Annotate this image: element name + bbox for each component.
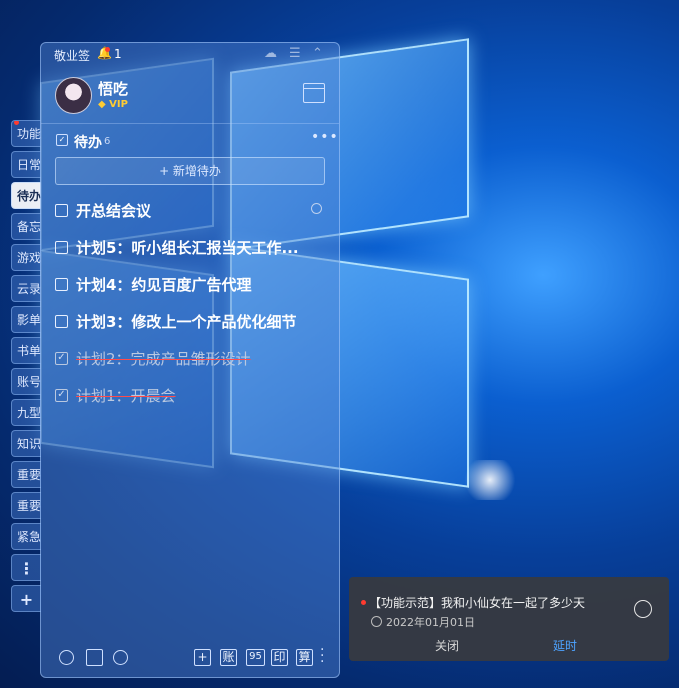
task-item-done[interactable]: ✓ 计划1：开晨会 xyxy=(55,385,330,407)
add-todo-button[interactable]: + 新增待办 xyxy=(55,157,325,185)
side-tab[interactable]: 游戏 xyxy=(11,244,41,271)
task-text: 计划3：修改上一个产品优化细节 xyxy=(76,313,297,331)
clock-icon xyxy=(371,616,382,627)
archive-box-icon[interactable] xyxy=(86,649,103,666)
side-tab[interactable]: 账号 xyxy=(11,368,41,395)
side-tab[interactable]: 日常 xyxy=(11,151,41,178)
number-95-button[interactable]: 95 xyxy=(246,649,265,666)
side-tab-label: 重要 xyxy=(17,499,41,513)
add-tab-icon: + xyxy=(19,590,34,609)
diamond-icon: ◆ xyxy=(98,99,110,110)
task-checkbox[interactable] xyxy=(55,241,68,254)
side-tab[interactable]: 云录 xyxy=(11,275,41,302)
side-tab[interactable]: 功能 xyxy=(11,120,41,147)
history-clock-icon[interactable] xyxy=(59,650,74,665)
todo-check-icon: ✓ xyxy=(56,134,68,146)
side-tab[interactable]: 书单 xyxy=(11,337,41,364)
task-checkbox-checked[interactable]: ✓ xyxy=(55,352,68,365)
add-note-button[interactable]: + xyxy=(194,649,211,666)
section-title: 待办 xyxy=(74,135,102,151)
side-tab[interactable]: 九型 xyxy=(11,399,41,426)
menu-icon[interactable]: ☰ xyxy=(289,46,301,61)
side-tab-label: 备忘 xyxy=(17,220,41,234)
unread-dot xyxy=(14,121,19,125)
task-text: 开总结会议 xyxy=(76,202,152,220)
print-button[interactable]: 印 xyxy=(271,649,288,666)
side-tab-label: 影单 xyxy=(17,313,41,327)
category-tabs: 功能 日常 待办 备忘 游戏 云录 影单 书单 账号 九型 知识 重要 重要 紧… xyxy=(11,120,41,616)
side-tab-label: 日常 xyxy=(17,158,41,172)
task-text: 计划2：完成产品雏形设计 xyxy=(76,350,251,368)
task-checkbox-checked[interactable]: ✓ xyxy=(55,389,68,402)
task-text: 计划4：约见百度广告代理 xyxy=(76,276,252,294)
collapse-icon[interactable]: ⌃ xyxy=(312,46,323,61)
app-title: 敬业签 xyxy=(54,49,91,63)
side-tab[interactable]: 重要 xyxy=(11,461,41,488)
side-tab-label: 紧急 xyxy=(17,530,41,544)
task-item[interactable]: 计划4：约见百度广告代理 xyxy=(55,274,330,296)
more-tabs-icon: ⋮ xyxy=(18,559,35,578)
side-tab-label: 九型 xyxy=(17,406,41,420)
task-text: 计划1：开晨会 xyxy=(76,387,176,405)
vip-badge: ◆ VIP xyxy=(98,99,128,110)
side-tab[interactable]: 影单 xyxy=(11,306,41,333)
side-tab-label: 账号 xyxy=(17,375,41,389)
more-tabs-button[interactable]: ⋮ xyxy=(11,554,41,581)
task-text: 计划5：听小组长汇报当天工作... xyxy=(76,239,299,257)
calendar-icon[interactable] xyxy=(303,83,325,103)
side-tab[interactable]: 紧急 xyxy=(11,523,41,550)
task-checkbox[interactable] xyxy=(55,278,68,291)
toolbar-more-icon[interactable]: · · · xyxy=(320,643,324,669)
notification-red-dot xyxy=(361,600,366,605)
complete-radio[interactable] xyxy=(634,600,652,618)
side-tab-label: 重要 xyxy=(17,468,41,482)
add-tab-button[interactable]: + xyxy=(11,585,41,612)
calculate-button[interactable]: 算 xyxy=(296,649,313,666)
task-item[interactable]: 开总结会议 xyxy=(55,200,330,222)
notification-date: 2022年01月01日 xyxy=(386,616,475,629)
bottom-toolbar: + 账 95 印 算 · · · xyxy=(41,643,339,673)
avatar[interactable] xyxy=(55,77,92,114)
delay-button[interactable]: 延时 xyxy=(553,637,577,654)
bell-icon[interactable]: 🔔 xyxy=(97,46,112,60)
user-name: 悟吃 xyxy=(98,80,129,98)
reminder-clock-icon xyxy=(311,203,322,214)
task-checkbox[interactable] xyxy=(55,315,68,328)
task-item[interactable]: 计划3：修改上一个产品优化细节 xyxy=(55,311,330,333)
cloud-sync-icon[interactable]: ☁ xyxy=(264,46,277,61)
title-bar: 敬业签 🔔 1 ☁ ☰ ⌃ xyxy=(41,43,339,67)
task-checkbox[interactable] xyxy=(55,204,68,217)
side-tab[interactable]: 备忘 xyxy=(11,213,41,240)
sticky-note-panel: 敬业签 🔔 1 ☁ ☰ ⌃ 悟吃 ◆ VIP ✓ 待办 6 ••• + 新增待办… xyxy=(40,42,340,678)
task-item[interactable]: 计划5：听小组长汇报当天工作... xyxy=(55,237,330,259)
side-tab-label: 书单 xyxy=(17,344,41,358)
close-button[interactable]: 关闭 xyxy=(435,637,459,654)
side-tab[interactable]: 知识 xyxy=(11,430,41,457)
side-tab-active[interactable]: 待办 xyxy=(11,182,41,209)
vip-label: VIP xyxy=(109,99,128,110)
account-button[interactable]: 账 xyxy=(220,649,237,666)
more-options-icon[interactable]: ••• xyxy=(311,129,339,145)
notification-dot xyxy=(105,47,110,52)
search-icon[interactable] xyxy=(113,650,128,665)
reminder-notification: 【功能示范】我和小仙女在一起了多少天 2022年01月01日 关闭 延时 xyxy=(349,577,669,661)
side-tab-label: 知识 xyxy=(17,437,41,451)
side-tab-label: 游戏 xyxy=(17,251,41,265)
task-item-done[interactable]: ✓ 计划2：完成产品雏形设计 xyxy=(55,348,330,370)
notification-title: 【功能示范】我和小仙女在一起了多少天 xyxy=(369,596,586,610)
side-tab-label: 功能 xyxy=(17,127,41,141)
section-count: 6 xyxy=(104,136,111,147)
notification-count: 1 xyxy=(114,47,122,61)
wallpaper-glow xyxy=(460,460,520,500)
side-tab[interactable]: 重要 xyxy=(11,492,41,519)
side-tab-label: 云录 xyxy=(17,282,41,296)
divider xyxy=(41,123,339,124)
side-tab-label: 待办 xyxy=(17,189,41,203)
